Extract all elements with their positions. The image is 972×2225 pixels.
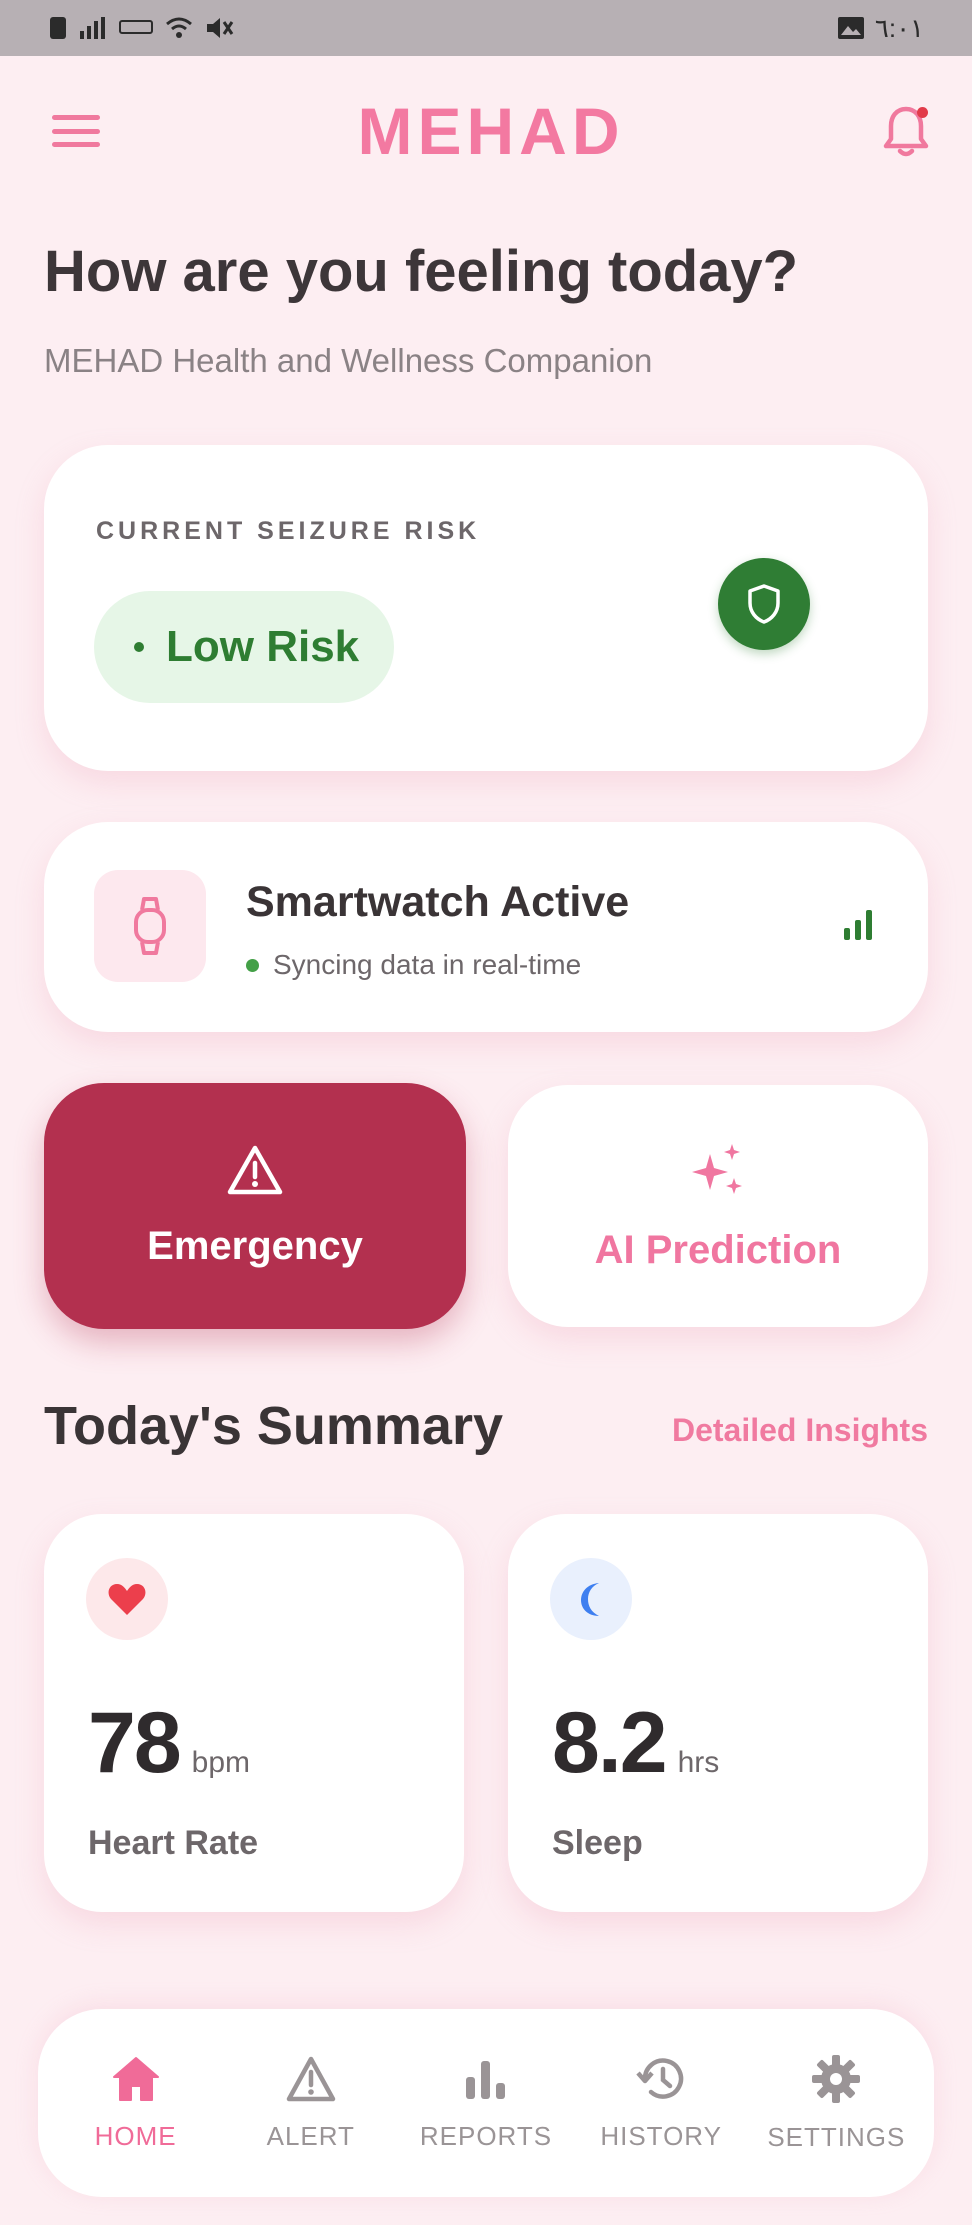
watch-icon [134,897,166,955]
gallery-icon [837,17,864,39]
mute-icon [207,18,234,38]
status-bar: ٦:٠١ [0,0,972,56]
menu-button[interactable] [48,109,104,153]
risk-level-badge: Low Risk [94,591,394,703]
smartwatch-card[interactable]: Smartwatch Active Syncing data in real-t… [44,822,928,1032]
sleep-value: 8.2 hrs [552,1694,719,1793]
heart-icon-badge [86,1558,168,1640]
page-title: How are you feeling today? [44,239,799,304]
bar-chart-icon [465,2060,505,2099]
network-type-icon [119,20,153,34]
nav-alert[interactable]: ALERT [226,2055,396,2152]
moon-icon [581,1583,599,1616]
hamburger-icon-line [52,142,100,147]
emergency-label: Emergency [147,1223,363,1268]
sleep-unit: hrs [677,1746,720,1779]
hamburger-icon [52,115,100,120]
heart-rate-unit: bpm [191,1746,251,1779]
device-status: Syncing data in real-time [246,949,581,981]
risk-dot [134,642,144,652]
device-status-text: Syncing data in real-time [273,949,582,980]
ai-prediction-label: AI Prediction [594,1227,842,1272]
moon-icon-badge [550,1558,632,1640]
sleep-card[interactable]: 8.2 hrs Sleep [508,1514,928,1912]
detailed-insights-link[interactable]: Detailed Insights [672,1412,928,1449]
nav-home[interactable]: HOME [51,2055,221,2152]
notification-badge [917,107,928,118]
summary-title: Today's Summary [44,1396,503,1456]
nav-home-label: HOME [94,2120,177,2151]
hamburger-icon-line [52,128,100,134]
heart-rate-card[interactable]: 78 bpm Heart Rate [44,1514,464,1912]
app-logo: MEHAD [357,94,625,168]
nav-alert-label: ALERT [266,2120,355,2151]
warning-icon [227,1145,283,1194]
status-icons-left [48,15,234,41]
home-icon [112,2056,159,2101]
risk-level-text: Low Risk [166,622,360,671]
seizure-risk-card[interactable]: CURRENT SEIZURE RISK Low Risk [44,445,928,771]
nav-reports-label: REPORTS [419,2120,553,2151]
signal-strength-icon [844,910,872,940]
nav-history[interactable]: HISTORY [576,2055,746,2152]
risk-label: CURRENT SEIZURE RISK [96,517,481,545]
wifi-icon [166,17,192,38]
status-dot [246,958,259,972]
ai-prediction-button[interactable]: AI Prediction [508,1085,928,1327]
clock: ٦:٠١ [874,12,924,43]
sparkles-icon [692,1143,742,1194]
bottom-navigation: HOME ALERT REPORTS HISTORY SETTINGS [38,2009,934,2197]
watch-icon-box [94,870,206,982]
shield-icon [748,584,780,624]
shield-badge [718,558,810,650]
nav-settings[interactable]: SETTINGS [751,2054,921,2153]
heart-rate-number: 78 [88,1695,182,1791]
nav-history-label: HISTORY [600,2120,722,2151]
sleep-label: Sleep [552,1824,643,1862]
gear-icon [812,2054,861,2103]
heart-rate-value: 78 bpm [88,1694,250,1793]
nav-reports[interactable]: REPORTS [401,2055,571,2152]
page-subtitle: MEHAD Health and Wellness Companion [44,342,653,379]
sim-icon [50,17,66,39]
heart-icon [108,1584,146,1615]
sleep-number: 8.2 [552,1695,668,1791]
notifications-button[interactable] [878,101,934,161]
device-title: Smartwatch Active [246,878,630,926]
heart-rate-label: Heart Rate [88,1824,259,1862]
nav-settings-label: SETTINGS [767,2121,906,2152]
emergency-button[interactable]: Emergency [44,1083,466,1329]
status-icons-right: ٦:٠١ [837,13,924,44]
signal-bars-icon [80,17,105,39]
alert-icon [286,2056,336,2101]
app-header: MEHAD [0,56,972,206]
history-icon [636,2057,684,2099]
